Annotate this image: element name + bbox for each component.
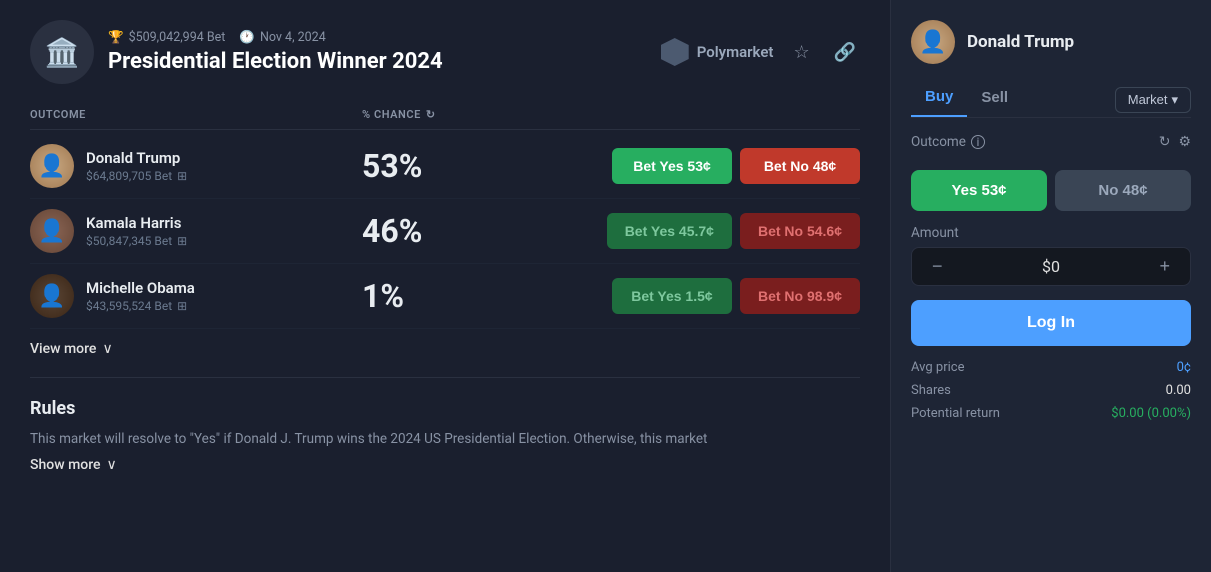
amount-value: $0 <box>951 257 1152 276</box>
avg-price-value: 0¢ <box>1177 360 1191 375</box>
col-chance-header: % CHANCE ↻ <box>362 108 528 121</box>
harris-avatar: 👤 <box>30 209 74 253</box>
harris-bet-yes-button[interactable]: Bet Yes 45.7¢ <box>607 213 732 249</box>
trump-name: Donald Trump <box>86 149 187 167</box>
amount-section: Amount − $0 + <box>911 225 1191 286</box>
candidate-avatar: 👤 <box>911 20 955 64</box>
potential-return-label: Potential return <box>911 406 1000 421</box>
amount-increase-button[interactable]: + <box>1151 254 1178 279</box>
rules-section: Rules This market will resolve to "Yes" … <box>30 377 860 473</box>
trump-avatar: 👤 <box>30 144 74 188</box>
outcome-row-trump: 👤 Donald Trump $64,809,705 Bet ⊞ 53% Bet… <box>30 134 860 199</box>
view-more-button[interactable]: View more ∨ <box>30 341 860 357</box>
candidate-header: 👤 Donald Trump <box>911 20 1191 64</box>
amount-decrease-button[interactable]: − <box>924 254 951 279</box>
outcome-label: Outcome i <box>911 134 985 150</box>
bookmark-button[interactable]: ☆ <box>789 38 813 67</box>
trump-info: 👤 Donald Trump $64,809,705 Bet ⊞ <box>30 144 362 188</box>
trump-chance: 53% <box>362 147 528 185</box>
outcome-settings-icon[interactable]: ⚙ <box>1178 134 1191 150</box>
candidate-name: Donald Trump <box>967 32 1074 52</box>
login-button[interactable]: Log In <box>911 300 1191 346</box>
show-more-button[interactable]: Show more ∨ <box>30 457 860 473</box>
left-panel: 🏛️ 🏆 $509,042,994 Bet 🕐 Nov 4, 2024 Pres… <box>0 0 891 572</box>
view-more-label: View more <box>30 341 96 357</box>
trophy-meta: 🏆 $509,042,994 Bet <box>108 30 225 45</box>
chevron-down-market: ▾ <box>1171 92 1178 108</box>
amount-label: Amount <box>911 225 1191 241</box>
tab-sell[interactable]: Sell <box>967 83 1022 116</box>
obama-name: Michelle Obama <box>86 279 195 297</box>
date-meta: 🕐 Nov 4, 2024 <box>239 30 325 45</box>
shares-value: 0.00 <box>1166 383 1191 398</box>
outcome-label-row: Outcome i ↻ ⚙ <box>911 134 1191 150</box>
trump-bet: $64,809,705 Bet ⊞ <box>86 169 187 183</box>
tab-buy[interactable]: Buy <box>911 82 967 117</box>
table-header: OUTCOME % CHANCE ↻ <box>30 100 860 130</box>
obama-chance: 1% <box>362 277 528 315</box>
header-info: 🏆 $509,042,994 Bet 🕐 Nov 4, 2024 Preside… <box>108 30 443 74</box>
obama-avatar: 👤 <box>30 274 74 318</box>
obama-bet-no-button[interactable]: Bet No 98.9¢ <box>740 278 860 314</box>
header-right: Polymarket ☆ 🔗 <box>661 38 860 67</box>
no-choice-button[interactable]: No 48¢ <box>1055 170 1191 211</box>
outcome-row-harris: 👤 Kamala Harris $50,847,345 Bet ⊞ 46% Be… <box>30 199 860 264</box>
obama-bet: $43,595,524 Bet ⊞ <box>86 299 195 313</box>
info-icon: i <box>971 135 985 149</box>
potential-return-row: Potential return $0.00 (0.00%) <box>911 406 1191 421</box>
header-date: Nov 4, 2024 <box>260 30 326 45</box>
stats-section: Avg price 0¢ Shares 0.00 Potential retur… <box>911 360 1191 421</box>
rules-title: Rules <box>30 398 860 419</box>
harris-bet: $50,847,345 Bet ⊞ <box>86 234 187 248</box>
obama-bet-yes-button[interactable]: Bet Yes 1.5¢ <box>612 278 732 314</box>
bet-total: $509,042,994 Bet <box>129 30 226 45</box>
obama-details: Michelle Obama $43,595,524 Bet ⊞ <box>86 279 195 313</box>
buy-sell-tabs: Buy Sell Market ▾ <box>911 82 1191 118</box>
chevron-down-icon: ∨ <box>102 341 112 357</box>
harris-details: Kamala Harris $50,847,345 Bet ⊞ <box>86 214 187 248</box>
right-panel: 👤 Donald Trump Buy Sell Market ▾ Outcome… <box>891 0 1211 572</box>
market-header: 🏛️ 🏆 $509,042,994 Bet 🕐 Nov 4, 2024 Pres… <box>30 20 860 84</box>
trump-buttons: Bet Yes 53¢ Bet No 48¢ <box>528 148 860 184</box>
col-outcome-header: OUTCOME <box>30 108 362 121</box>
trump-bet-yes-button[interactable]: Bet Yes 53¢ <box>612 148 732 184</box>
header-meta: 🏆 $509,042,994 Bet 🕐 Nov 4, 2024 <box>108 30 443 45</box>
obama-buttons: Bet Yes 1.5¢ Bet No 98.9¢ <box>528 278 860 314</box>
amount-input-row: − $0 + <box>911 247 1191 286</box>
outcome-toggle-row: Yes 53¢ No 48¢ <box>911 170 1191 211</box>
refresh-icon[interactable]: ↻ <box>426 108 436 121</box>
yes-choice-button[interactable]: Yes 53¢ <box>911 170 1047 211</box>
obama-share-icon: ⊞ <box>177 299 187 313</box>
harris-chance: 46% <box>362 212 528 250</box>
rules-text: This market will resolve to "Yes" if Don… <box>30 429 860 449</box>
harris-bet-no-button[interactable]: Bet No 54.6¢ <box>740 213 860 249</box>
trophy-icon: 🏆 <box>108 30 124 45</box>
trump-details: Donald Trump $64,809,705 Bet ⊞ <box>86 149 187 183</box>
polymarket-label: Polymarket <box>697 43 774 61</box>
market-title: Presidential Election Winner 2024 <box>108 49 443 74</box>
show-more-label: Show more <box>30 457 101 473</box>
share-button[interactable]: 🔗 <box>830 38 860 67</box>
harris-name: Kamala Harris <box>86 214 187 232</box>
obama-info: 👤 Michelle Obama $43,595,524 Bet ⊞ <box>30 274 362 318</box>
trump-share-icon: ⊞ <box>177 169 187 183</box>
polymarket-badge: Polymarket <box>661 38 774 66</box>
trump-bet-no-button[interactable]: Bet No 48¢ <box>740 148 860 184</box>
header-left: 🏛️ 🏆 $509,042,994 Bet 🕐 Nov 4, 2024 Pres… <box>30 20 443 84</box>
market-dropdown-button[interactable]: Market ▾ <box>1115 87 1191 113</box>
avg-price-row: Avg price 0¢ <box>911 360 1191 375</box>
harris-share-icon: ⊞ <box>177 234 187 248</box>
harris-info: 👤 Kamala Harris $50,847,345 Bet ⊞ <box>30 209 362 253</box>
shares-label: Shares <box>911 383 951 398</box>
polymarket-icon <box>661 38 689 66</box>
market-logo: 🏛️ <box>30 20 94 84</box>
clock-icon: 🕐 <box>239 30 255 45</box>
outcome-row-obama: 👤 Michelle Obama $43,595,524 Bet ⊞ 1% Be… <box>30 264 860 329</box>
chevron-down-icon-rules: ∨ <box>107 457 117 473</box>
harris-buttons: Bet Yes 45.7¢ Bet No 54.6¢ <box>528 213 860 249</box>
avg-price-label: Avg price <box>911 360 964 375</box>
shares-row: Shares 0.00 <box>911 383 1191 398</box>
potential-return-value: $0.00 (0.00%) <box>1111 406 1191 421</box>
outcome-refresh-icon[interactable]: ↻ <box>1159 134 1171 150</box>
